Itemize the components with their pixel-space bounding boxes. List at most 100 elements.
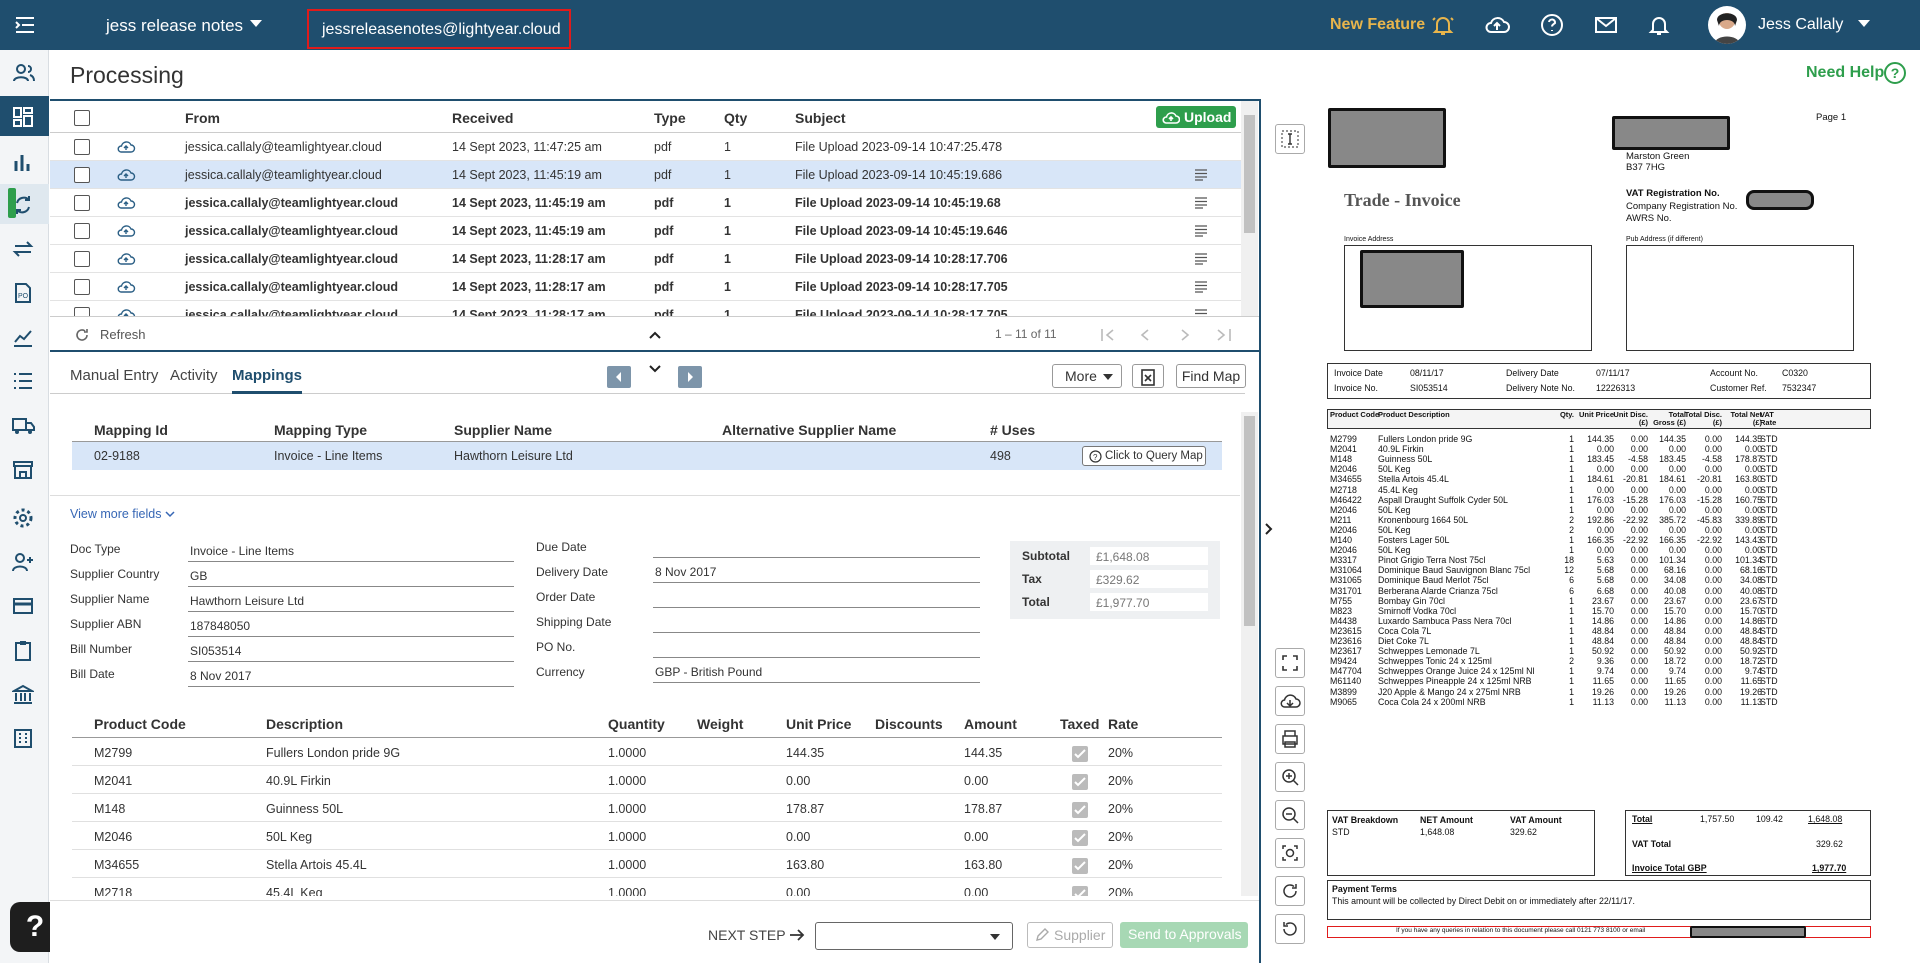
- avatar[interactable]: [1708, 6, 1746, 44]
- taxed-checkbox[interactable]: [1072, 830, 1088, 846]
- rotate-left-button[interactable]: [1275, 914, 1305, 944]
- column-subject[interactable]: Subject: [795, 110, 846, 126]
- sidebar-item-dashboard[interactable]: [0, 96, 49, 136]
- tenant-name[interactable]: jess release notes: [106, 16, 243, 36]
- tab-manual-entry[interactable]: Manual Entry: [70, 367, 158, 384]
- panel-divider[interactable]: [1259, 99, 1261, 963]
- doc-type-field[interactable]: Invoice - Line Items: [188, 538, 514, 562]
- tab-mappings[interactable]: Mappings: [232, 367, 302, 394]
- send-to-approvals-button[interactable]: Send to Approvals: [1120, 922, 1248, 948]
- rotate-right-button[interactable]: [1275, 876, 1305, 906]
- chevron-down-icon[interactable]: [1858, 20, 1870, 27]
- menu-icon[interactable]: [14, 14, 36, 36]
- need-help-link[interactable]: Need Help: [1806, 64, 1884, 82]
- due-date-field[interactable]: [653, 534, 980, 558]
- row-checkbox[interactable]: [74, 279, 90, 295]
- prev-button[interactable]: [607, 366, 631, 388]
- notes-icon[interactable]: [1194, 309, 1208, 317]
- help-circle-icon[interactable]: [1539, 12, 1565, 38]
- mail-icon[interactable]: [1593, 12, 1619, 38]
- table-row[interactable]: M2041 40.9L Firkin 1.0000 0.00 0.00 20%: [72, 766, 1222, 794]
- zoom-in-button[interactable]: [1275, 762, 1305, 792]
- zoom-fit-button[interactable]: [1275, 838, 1305, 868]
- sidebar-item-company[interactable]: [0, 717, 49, 757]
- sidebar-item-lists[interactable]: [0, 360, 49, 400]
- taxed-checkbox[interactable]: [1072, 774, 1088, 790]
- help-icon[interactable]: ?: [1884, 62, 1906, 84]
- clear-map-button[interactable]: [1132, 364, 1164, 388]
- table-row[interactable]: M2718 45.4L Keg 1.0000 0.00 0.00 20%: [72, 878, 1222, 896]
- table-row[interactable]: M34655 Stella Artois 45.4L 1.0000 163.80 163…: [72, 850, 1222, 878]
- row-checkbox[interactable]: [74, 251, 90, 267]
- currency-field[interactable]: GBP - British Pound: [653, 659, 980, 683]
- table-row[interactable]: M148 Guinness 50L 1.0000 178.87 178.87 20%: [72, 794, 1222, 822]
- table-row[interactable]: M2046 50L Keg 1.0000 0.00 0.00 20%: [72, 822, 1222, 850]
- sidebar-item-contacts[interactable]: [0, 53, 49, 93]
- sidebar-item-settings[interactable]: [0, 497, 49, 537]
- notes-icon[interactable]: [1194, 253, 1208, 265]
- row-checkbox[interactable]: [74, 139, 90, 155]
- cloud-upload-icon[interactable]: [1484, 12, 1510, 38]
- table-row[interactable]: M2799 Fullers London pride 9G 1.0000 144.35…: [72, 738, 1222, 766]
- new-feature-link[interactable]: New Feature: [1330, 16, 1425, 34]
- taxed-checkbox[interactable]: [1072, 858, 1088, 874]
- bell-ring-icon[interactable]: [1430, 12, 1456, 38]
- po-field[interactable]: [653, 634, 980, 658]
- chevron-right-icon[interactable]: [1264, 522, 1274, 536]
- table-row[interactable]: jessica.callaly@teamlightyear.cloud 14 Se…: [50, 161, 1245, 189]
- notes-icon[interactable]: [1194, 197, 1208, 209]
- sidebar-item-delivery[interactable]: [0, 404, 49, 444]
- sidebar-item-bank[interactable]: [0, 673, 49, 713]
- user-name[interactable]: Jess Callaly: [1758, 16, 1843, 34]
- total-field[interactable]: £1,977.70: [1090, 593, 1208, 611]
- sidebar-item-payments[interactable]: [0, 585, 49, 625]
- order-date-field[interactable]: [653, 584, 980, 608]
- sidebar-item-analytics[interactable]: [0, 316, 49, 356]
- supplier-country-field[interactable]: GB: [188, 563, 514, 587]
- upload-button[interactable]: Upload: [1156, 106, 1236, 128]
- table-row[interactable]: jessica.callaly@teamlightyear.cloud 14 Se…: [50, 301, 1245, 317]
- table-row[interactable]: jessica.callaly@teamlightyear.cloud 14 Se…: [50, 217, 1245, 245]
- sidebar-item-stores[interactable]: [0, 448, 49, 488]
- row-checkbox[interactable]: [74, 195, 90, 211]
- chevron-down-icon[interactable]: [250, 20, 262, 27]
- supplier-button[interactable]: Supplier: [1027, 922, 1113, 948]
- chevron-down-icon[interactable]: [648, 364, 662, 374]
- query-map-button[interactable]: ? Click to Query Map: [1082, 446, 1206, 466]
- bill-date-field[interactable]: 8 Nov 2017: [188, 663, 514, 687]
- chevron-up-icon[interactable]: [648, 330, 662, 340]
- supplier-abn-field[interactable]: 187848050: [188, 613, 514, 637]
- column-received[interactable]: Received: [452, 110, 513, 126]
- sidebar-item-transfers[interactable]: [0, 228, 49, 268]
- sidebar-item-add-user[interactable]: [0, 541, 49, 581]
- fit-screen-button[interactable]: [1275, 648, 1305, 678]
- notes-icon[interactable]: [1194, 225, 1208, 237]
- select-all-checkbox[interactable]: [74, 110, 90, 126]
- table-row[interactable]: jessica.callaly@teamlightyear.cloud 14 Se…: [50, 273, 1245, 301]
- text-select-button[interactable]: [1275, 124, 1305, 154]
- table-row[interactable]: jessica.callaly@teamlightyear.cloud 14 Se…: [50, 189, 1245, 217]
- print-button[interactable]: [1275, 724, 1305, 754]
- bill-number-field[interactable]: SI053514: [188, 638, 514, 662]
- notification-bell-icon[interactable]: [1646, 12, 1672, 38]
- sidebar-item-clipboard[interactable]: [0, 629, 49, 669]
- subtotal-field[interactable]: £1,648.08: [1090, 547, 1208, 565]
- row-checkbox[interactable]: [74, 223, 90, 239]
- next-step-select[interactable]: [815, 922, 1013, 950]
- refresh-button[interactable]: Refresh: [100, 327, 146, 342]
- table-row[interactable]: 02-9188 Invoice - Line Items Hawthorn Le…: [72, 442, 1222, 470]
- sidebar-item-reports[interactable]: [0, 141, 49, 181]
- column-qty[interactable]: Qty: [724, 110, 747, 126]
- table-row[interactable]: jessica.callaly@teamlightyear.cloud 14 Se…: [50, 245, 1245, 273]
- row-checkbox[interactable]: [74, 167, 90, 183]
- more-button[interactable]: More: [1052, 364, 1122, 388]
- column-from[interactable]: From: [185, 110, 220, 126]
- column-type[interactable]: Type: [654, 110, 686, 126]
- refresh-icon[interactable]: [74, 327, 90, 343]
- view-more-fields-link[interactable]: View more fields: [70, 507, 175, 521]
- table-row[interactable]: jessica.callaly@teamlightyear.cloud 14 Se…: [50, 133, 1245, 161]
- pagination-icons[interactable]: [1100, 328, 1250, 342]
- tax-field[interactable]: £329.62: [1090, 570, 1208, 588]
- taxed-checkbox[interactable]: [1072, 802, 1088, 818]
- delivery-date-field[interactable]: 8 Nov 2017: [653, 559, 980, 583]
